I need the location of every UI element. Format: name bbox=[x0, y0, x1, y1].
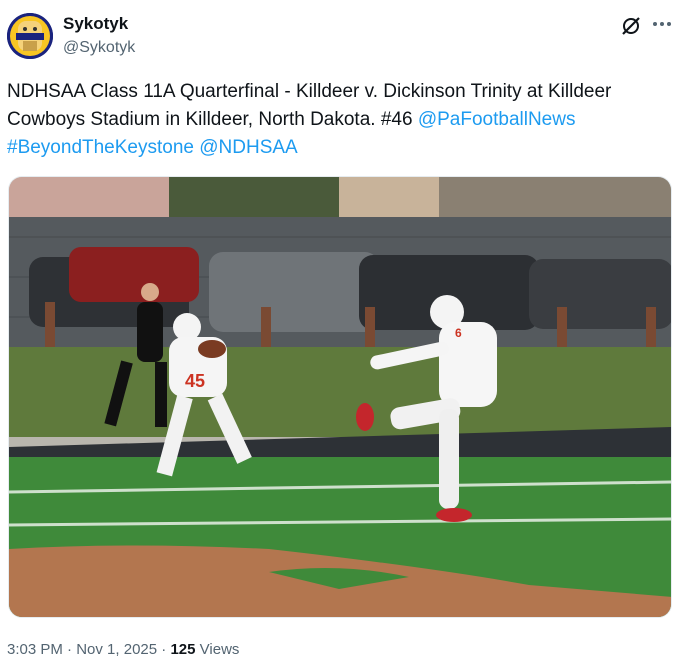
mention-ndhsaa[interactable]: @NDHSAA bbox=[199, 137, 297, 158]
author-handle[interactable]: @Sykotyk bbox=[63, 38, 135, 58]
views-label: Views bbox=[199, 641, 240, 658]
football-game-photo: 45 6 bbox=[9, 177, 671, 617]
post-date[interactable]: Nov 1, 2025 bbox=[76, 641, 157, 658]
meta-separator: · bbox=[62, 641, 77, 658]
author-name[interactable]: Sykotyk bbox=[63, 14, 128, 34]
more-icon[interactable] bbox=[650, 12, 674, 36]
player-number-left: 45 bbox=[185, 371, 205, 391]
grok-icon[interactable] bbox=[620, 15, 642, 37]
player-number-right: 6 bbox=[455, 326, 462, 340]
post-media-photo[interactable]: 45 6 bbox=[8, 176, 672, 618]
hashtag-beyondthekeystone[interactable]: #BeyondTheKeystone bbox=[7, 137, 194, 158]
mention-pafootballnews[interactable]: @PaFootballNews bbox=[418, 109, 576, 130]
post-text: NDHSAA Class 11A Quarterfinal - Killdeer… bbox=[7, 78, 671, 162]
post-time[interactable]: 3:03 PM bbox=[7, 641, 63, 658]
avatar-illustration-icon bbox=[7, 13, 53, 59]
meta-separator-2: · bbox=[157, 641, 171, 658]
post-meta: 3:03 PM · Nov 1, 2025 · 125 Views bbox=[7, 640, 239, 660]
views-count: 125 bbox=[170, 641, 196, 658]
author-avatar[interactable] bbox=[7, 13, 53, 59]
